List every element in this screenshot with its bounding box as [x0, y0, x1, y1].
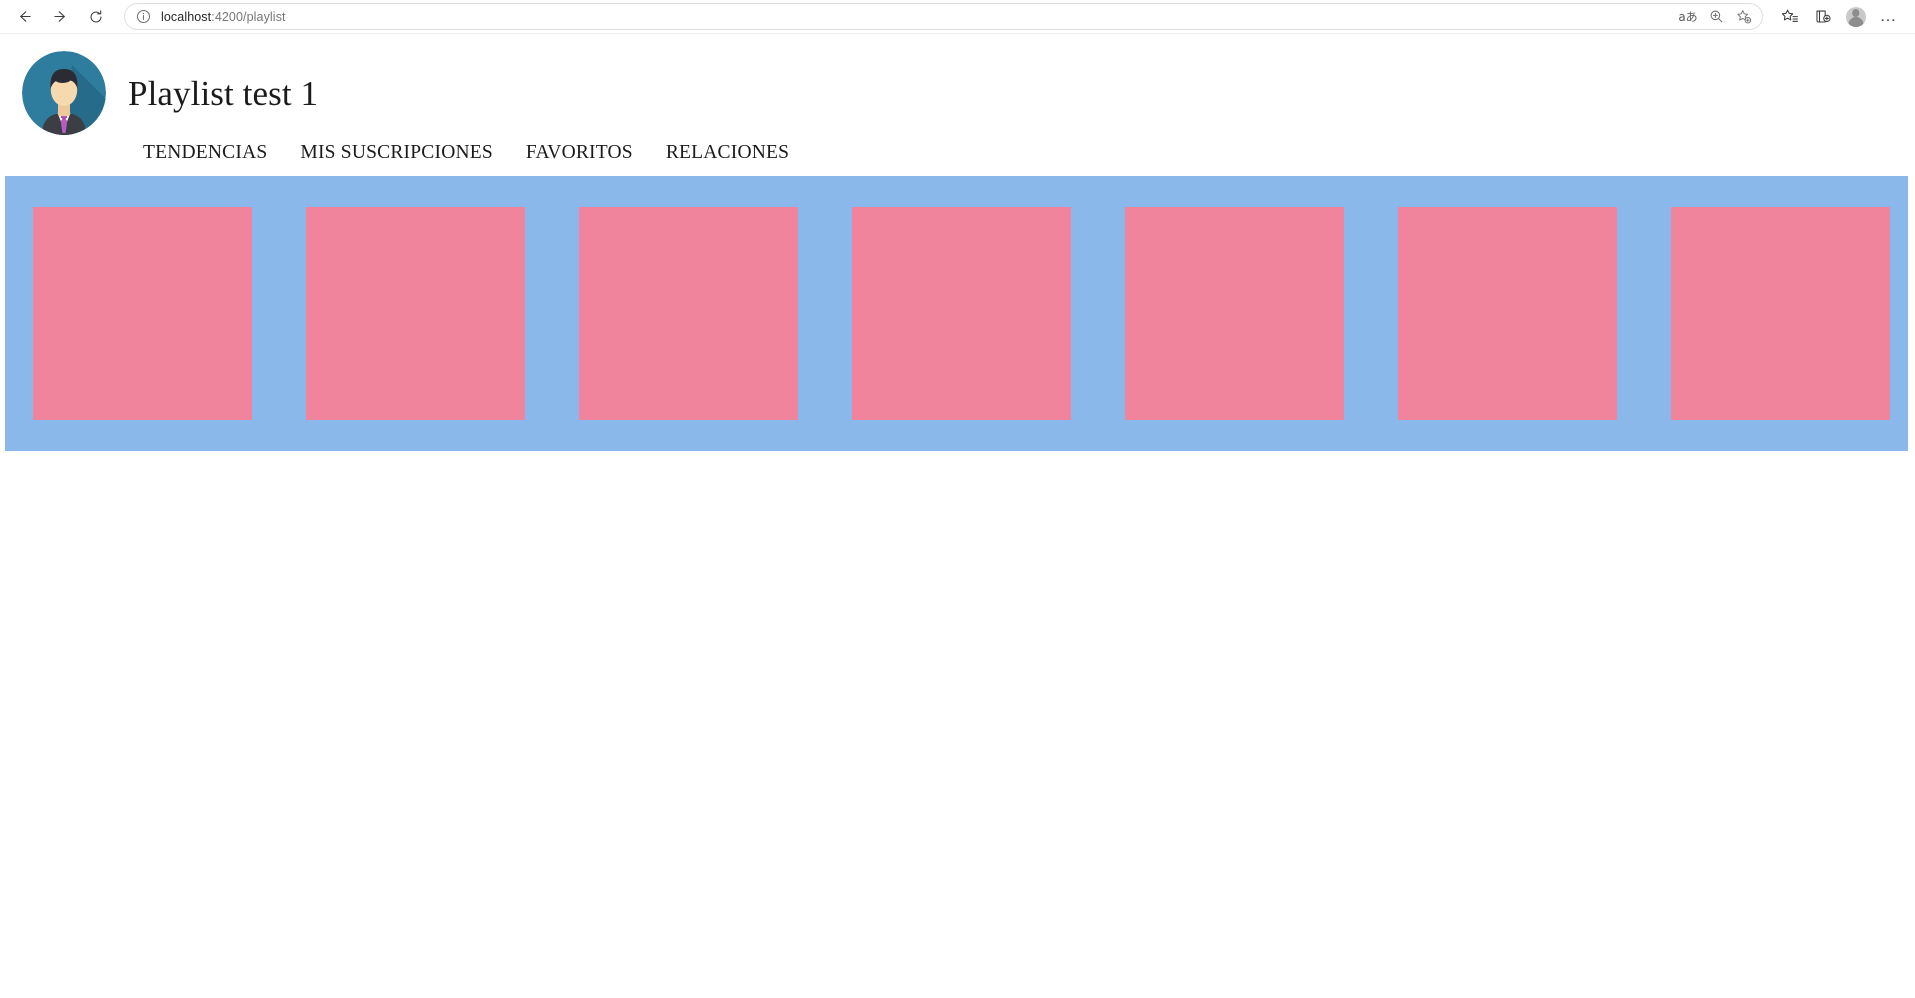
nav-item-tendencias[interactable]: TENDENCIAS [143, 142, 267, 164]
page-body-empty-area [0, 451, 1915, 951]
playlist-card[interactable] [306, 207, 525, 420]
user-avatar-illustration [22, 51, 106, 135]
playlist-card[interactable] [1125, 207, 1344, 420]
profile-avatar-icon[interactable] [1839, 2, 1872, 32]
playlist-strip [5, 176, 1908, 451]
browser-toolbar-actions: … [1773, 2, 1905, 32]
back-button[interactable] [6, 2, 42, 32]
back-arrow-icon [19, 11, 31, 22]
page-content: Playlist test 1 TENDENCIAS MIS SUSCRIPCI… [0, 34, 1915, 951]
settings-more-icon[interactable]: … [1872, 2, 1905, 32]
star-plus-icon [1737, 9, 1752, 23]
url-path: :4200/playlist [211, 9, 286, 24]
magnifier-plus-icon [1710, 10, 1722, 23]
address-bar-actions: aあ [1674, 5, 1758, 29]
playlist-card[interactable] [1671, 207, 1890, 420]
main-nav: TENDENCIAS MIS SUSCRIPCIONES FAVORITOS R… [0, 130, 1915, 176]
add-favorite-icon[interactable] [1730, 5, 1758, 29]
star-list-icon [1781, 9, 1798, 22]
translate-icon[interactable]: aあ [1674, 5, 1702, 29]
collections-plus-icon [1815, 10, 1831, 23]
user-avatar [22, 51, 106, 135]
forward-arrow-icon [53, 11, 65, 22]
forward-button[interactable] [42, 2, 78, 32]
favorites-icon[interactable] [1773, 2, 1806, 32]
playlist-card[interactable] [852, 207, 1071, 420]
refresh-button[interactable] [78, 2, 114, 32]
info-circle-icon [136, 10, 150, 23]
nav-item-mis-suscripciones[interactable]: MIS SUSCRIPCIONES [300, 142, 493, 164]
page-header: Playlist test 1 [0, 34, 1915, 135]
collections-icon[interactable] [1806, 2, 1839, 32]
browser-toolbar: localhost:4200/playlist aあ … [0, 0, 1915, 34]
playlist-card[interactable] [1398, 207, 1617, 420]
url-host: localhost [161, 9, 212, 24]
address-bar-url[interactable]: localhost:4200/playlist [155, 10, 1674, 24]
zoom-icon[interactable] [1702, 5, 1730, 29]
page-title: Playlist test 1 [128, 73, 319, 113]
playlist-card[interactable] [579, 207, 798, 420]
playlist-card[interactable] [33, 207, 252, 420]
address-bar[interactable]: localhost:4200/playlist aあ [124, 3, 1763, 30]
nav-item-relaciones[interactable]: RELACIONES [666, 142, 789, 164]
nav-item-favoritos[interactable]: FAVORITOS [526, 142, 633, 164]
refresh-icon [90, 9, 102, 22]
chrome-profile-avatar [1845, 6, 1866, 27]
site-info-icon[interactable] [131, 5, 155, 29]
